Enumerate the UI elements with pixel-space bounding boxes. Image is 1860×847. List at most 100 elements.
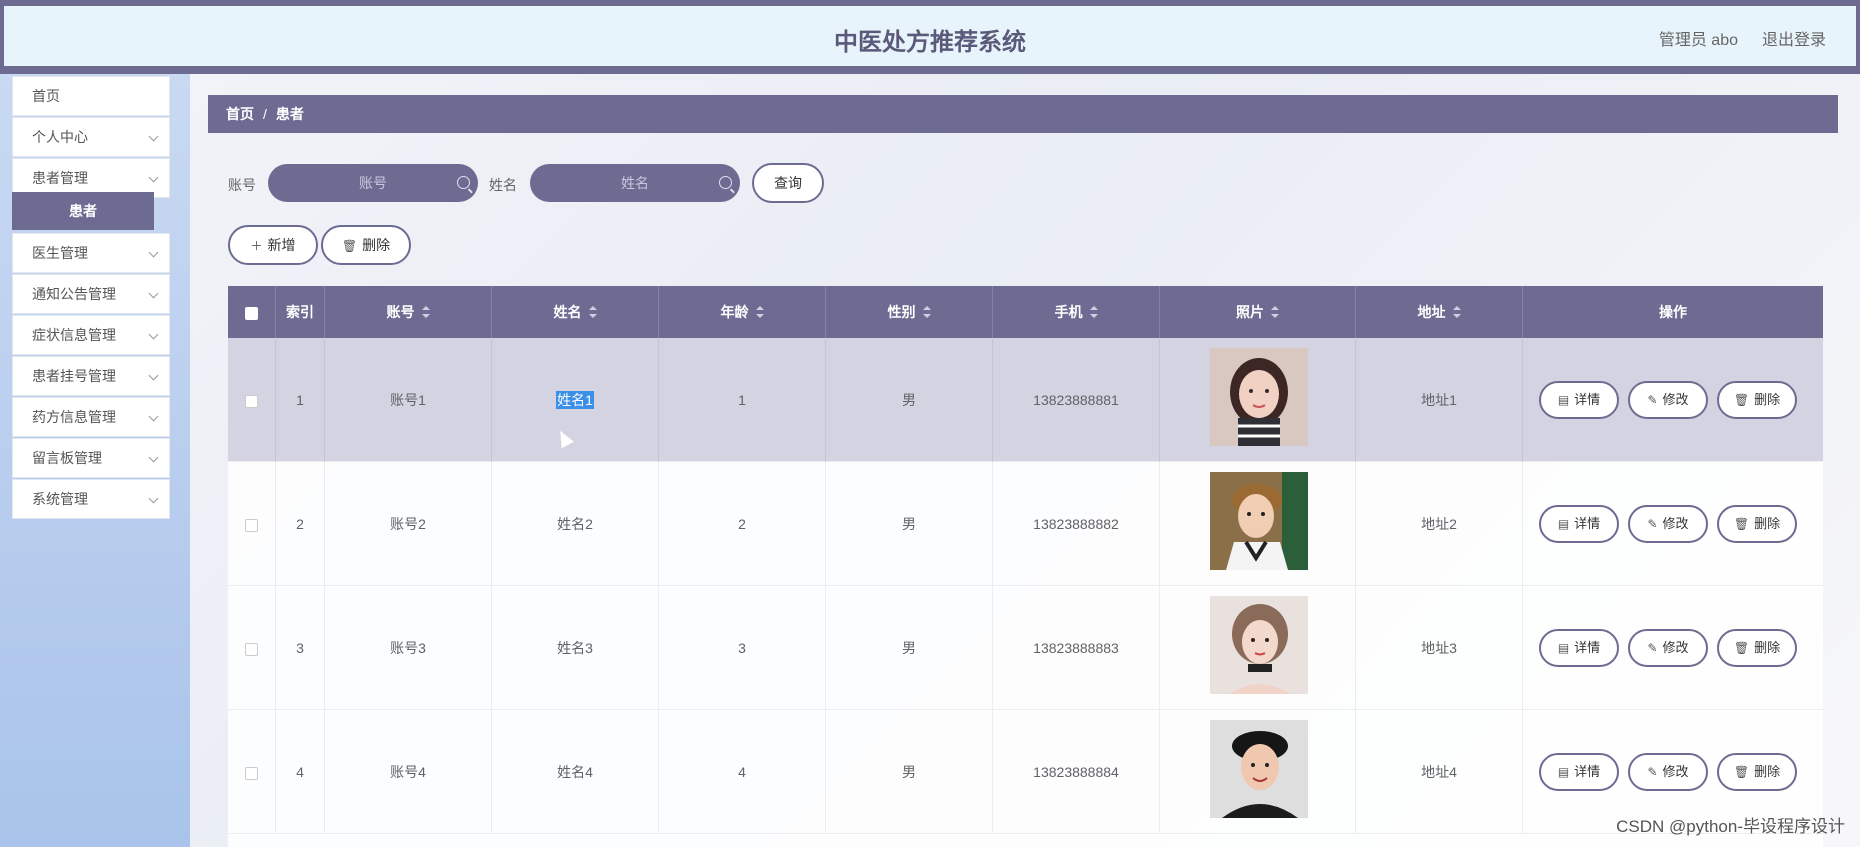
document-icon: ▤: [1557, 393, 1570, 407]
name-cell: 姓名4: [492, 710, 659, 834]
trash-icon: 🗑: [1733, 517, 1750, 531]
header-label: 照片: [1236, 304, 1264, 320]
header-label: 手机: [1054, 304, 1083, 320]
sort-icon[interactable]: [922, 306, 931, 318]
header-label: 地址: [1417, 304, 1446, 320]
table-row[interactable]: 4 账号4 姓名4 4 男 13823888884 地址4 ▤ 详情 ✎ 修改 🗑 删…: [228, 710, 1823, 834]
age-cell: 3: [659, 586, 826, 710]
add-button[interactable]: ＋ 新增: [228, 225, 318, 265]
sidebar-item-label: 症状信息管理: [32, 327, 116, 343]
detail-button[interactable]: ▤ 详情: [1539, 753, 1619, 791]
search-icon: [457, 176, 470, 189]
header-address[interactable]: 地址: [1356, 286, 1523, 338]
male-portrait-photo[interactable]: [1210, 472, 1308, 570]
sidebar-item-personal-center[interactable]: 个人中心: [12, 117, 170, 157]
table-row[interactable]: 2 账号2 姓名2 2 男 13823888882 地址2 ▤ 详情 ✎ 修改 🗑 删…: [228, 462, 1823, 586]
sidebar-item-symptom-management[interactable]: 症状信息管理: [12, 315, 170, 355]
index-cell: 2: [276, 462, 325, 586]
header-age[interactable]: 年龄: [659, 286, 826, 338]
address-cell: 地址1: [1356, 338, 1523, 462]
query-button[interactable]: 查询: [752, 163, 824, 203]
header-select-all[interactable]: [228, 286, 276, 338]
trash-icon: 🗑: [1733, 393, 1750, 407]
plus-icon: ＋: [250, 239, 263, 253]
edit-label: 修改: [1662, 516, 1689, 531]
header-phone[interactable]: 手机: [993, 286, 1160, 338]
female-portrait-photo[interactable]: [1210, 596, 1308, 694]
sort-icon[interactable]: [755, 306, 764, 318]
actions-cell: ▤ 详情 ✎ 修改 🗑 删除: [1523, 586, 1823, 710]
table-row[interactable]: 3 账号3 姓名3 3 男 13823888883 地址3 ▤ 详情 ✎ 修改 🗑 删…: [228, 586, 1823, 710]
sidebar-item-label: 患者管理: [32, 170, 88, 186]
sidebar-item-label: 个人中心: [32, 129, 88, 145]
add-button-label: 新增: [267, 237, 296, 253]
detail-button[interactable]: ▤ 详情: [1539, 505, 1619, 543]
edit-button[interactable]: ✎ 修改: [1628, 753, 1708, 791]
name-cell: 姓名3: [492, 586, 659, 710]
sidebar-item-prescription-management[interactable]: 药方信息管理: [12, 397, 170, 437]
detail-label: 详情: [1574, 640, 1601, 655]
logout-link[interactable]: 退出登录: [1762, 26, 1826, 50]
edit-button[interactable]: ✎ 修改: [1628, 629, 1708, 667]
delete-button-label: 删除: [362, 237, 391, 253]
edit-label: 修改: [1662, 640, 1689, 655]
edit-button[interactable]: ✎ 修改: [1628, 505, 1708, 543]
gender-cell: 男: [826, 710, 993, 834]
app-title: 中医处方推荐系统: [834, 29, 1026, 56]
name-cell: 姓名2: [492, 462, 659, 586]
row-checkbox[interactable]: [245, 642, 258, 656]
row-select-cell: [228, 338, 276, 462]
header-account[interactable]: 账号: [325, 286, 492, 338]
header-photo[interactable]: 照片: [1160, 286, 1356, 338]
sidebar-item-system-management[interactable]: 系统管理: [12, 479, 170, 519]
row-checkbox[interactable]: [245, 394, 258, 408]
delete-button[interactable]: 🗑 删除: [1717, 381, 1797, 419]
delete-button[interactable]: 🗑 删除: [1717, 753, 1797, 791]
breadcrumb: 首页 / 患者: [208, 95, 1838, 133]
sidebar-item-message-board[interactable]: 留言板管理: [12, 438, 170, 478]
chevron-down-icon: [148, 288, 159, 299]
header-label: 账号: [386, 304, 415, 320]
female-portrait-photo[interactable]: [1210, 348, 1308, 446]
name-search-input[interactable]: [530, 164, 740, 202]
age-cell: 2: [659, 462, 826, 586]
age-cell: 1: [659, 338, 826, 462]
edit-label: 修改: [1662, 764, 1689, 779]
detail-button[interactable]: ▤ 详情: [1539, 381, 1619, 419]
row-select-cell: [228, 462, 276, 586]
header-label: 姓名: [553, 304, 582, 320]
breadcrumb-current: 患者: [275, 106, 304, 122]
table-row[interactable]: 1 账号1 姓名1 1 男 13823888881 地址1 ▤ 详情 ✎ 修改 🗑 删…: [228, 338, 1823, 462]
sidebar-item-notice-management[interactable]: 通知公告管理: [12, 274, 170, 314]
row-select-cell: [228, 586, 276, 710]
sidebar-item-doctor-management[interactable]: 医生管理: [12, 233, 170, 273]
delete-button[interactable]: 🗑 删除: [1717, 505, 1797, 543]
age-cell: 4: [659, 710, 826, 834]
detail-label: 详情: [1574, 392, 1601, 407]
detail-button[interactable]: ▤ 详情: [1539, 629, 1619, 667]
sidebar-item-label: 药方信息管理: [32, 409, 116, 425]
sort-icon[interactable]: [588, 306, 597, 318]
document-icon: ▤: [1557, 517, 1570, 531]
sort-icon[interactable]: [1271, 306, 1279, 318]
sidebar-item-registration-management[interactable]: 患者挂号管理: [12, 356, 170, 396]
select-all-checkbox[interactable]: [245, 306, 258, 320]
row-checkbox[interactable]: [245, 518, 258, 532]
actions-cell: ▤ 详情 ✎ 修改 🗑 删除: [1523, 338, 1823, 462]
header-name[interactable]: 姓名: [492, 286, 659, 338]
row-checkbox[interactable]: [245, 766, 258, 780]
edit-button[interactable]: ✎ 修改: [1628, 381, 1708, 419]
account-search-input[interactable]: [268, 164, 478, 202]
sort-icon[interactable]: [421, 306, 430, 318]
header-gender[interactable]: 性别: [826, 286, 993, 338]
current-user: 管理员 abo: [1658, 32, 1738, 49]
breadcrumb-home[interactable]: 首页: [226, 106, 254, 122]
sort-icon[interactable]: [1452, 306, 1461, 318]
delete-button[interactable]: 🗑 删除: [1717, 629, 1797, 667]
male-portrait-photo[interactable]: [1210, 720, 1308, 818]
sidebar-subitem-patient[interactable]: 患者: [12, 192, 154, 230]
sidebar-item-home[interactable]: 首页: [12, 76, 170, 116]
gender-cell: 男: [826, 338, 993, 462]
batch-delete-button[interactable]: 🗑 删除: [321, 225, 411, 265]
sort-icon[interactable]: [1089, 306, 1098, 318]
